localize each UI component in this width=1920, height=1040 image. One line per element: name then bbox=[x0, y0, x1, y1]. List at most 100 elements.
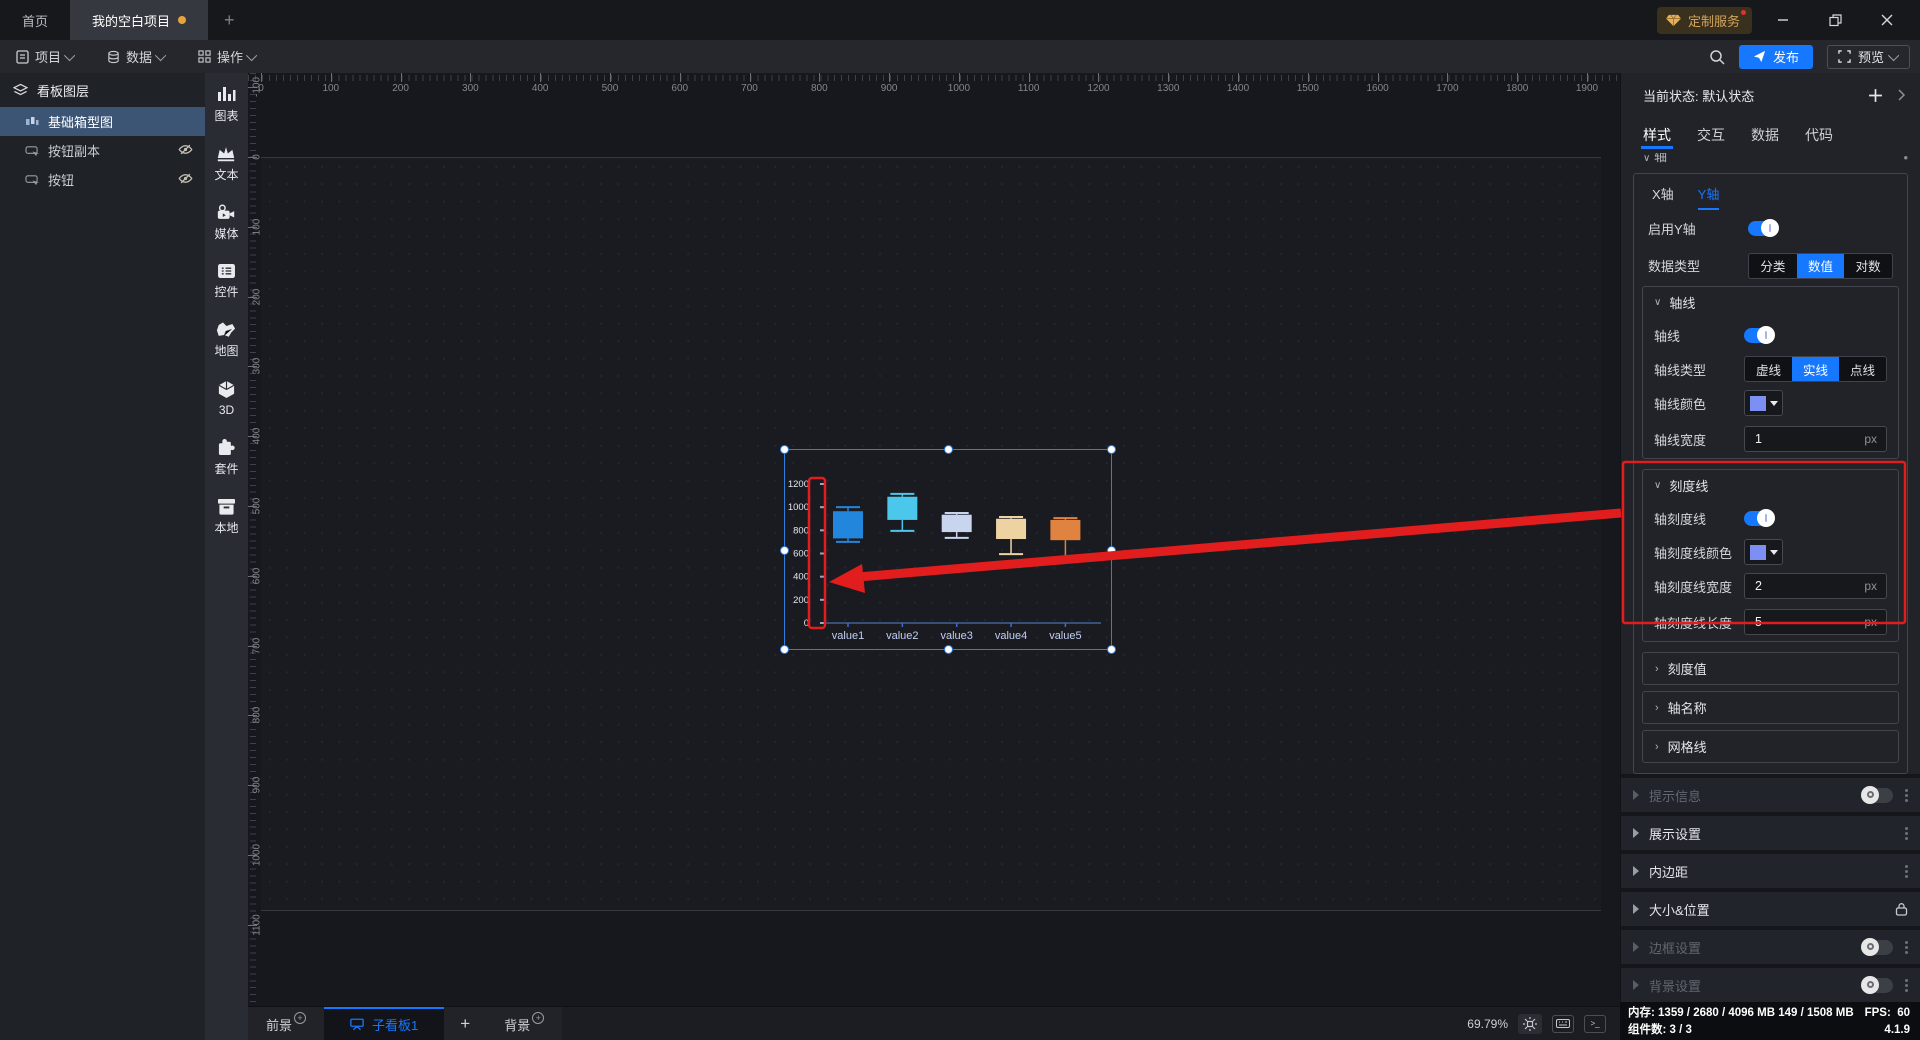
resize-handle-ne[interactable] bbox=[1107, 445, 1116, 454]
tab-data[interactable]: 数据 bbox=[1751, 117, 1779, 153]
add-board-button[interactable]: + bbox=[444, 1007, 486, 1040]
new-tab-button[interactable]: + bbox=[208, 0, 251, 40]
archive-box-icon bbox=[217, 498, 236, 515]
h-ruler-label: 200 bbox=[392, 83, 409, 94]
tool-media[interactable]: 媒体 bbox=[214, 204, 238, 242]
lock-icon[interactable] bbox=[1895, 902, 1908, 916]
unit-px: px bbox=[1864, 615, 1877, 629]
resize-handle-n[interactable] bbox=[944, 445, 953, 454]
custom-service-button[interactable]: 定制服务 bbox=[1657, 7, 1752, 34]
visibility-off-icon[interactable] bbox=[178, 172, 193, 188]
maximize-button[interactable] bbox=[1814, 0, 1856, 40]
line-type-solid[interactable]: 实线 bbox=[1792, 357, 1839, 381]
line-type-dotted[interactable]: 点线 bbox=[1839, 357, 1886, 381]
h-ruler-label: 1400 bbox=[1227, 83, 1249, 94]
v-ruler-label: 1000 bbox=[252, 844, 263, 866]
fit-screen-button[interactable] bbox=[1518, 1014, 1542, 1034]
v-ruler-label: 900 bbox=[252, 777, 263, 794]
layer-item-button[interactable]: 按钮 bbox=[0, 165, 205, 194]
tab-style[interactable]: 样式 bbox=[1643, 117, 1671, 153]
menu-data[interactable]: 数据 bbox=[91, 40, 182, 73]
tab-x-axis[interactable]: X轴 bbox=[1652, 184, 1674, 210]
tick-line-width-input[interactable]: 2 px bbox=[1744, 573, 1887, 599]
minimize-button[interactable] bbox=[1762, 0, 1804, 40]
tooltip-section[interactable]: 提示信息 bbox=[1621, 774, 1920, 812]
foreground-button[interactable]: 前景+ bbox=[248, 1007, 324, 1040]
tick-line-header[interactable]: ∨ 刻度线 bbox=[1643, 470, 1898, 501]
design-canvas[interactable]: 0100200300400500600700800900100011001200… bbox=[248, 73, 1620, 1008]
tick-line-color-picker[interactable] bbox=[1744, 539, 1783, 565]
tick-value-section[interactable]: › 刻度值 bbox=[1642, 652, 1899, 685]
tool-map[interactable]: 地图 bbox=[214, 321, 238, 359]
padding-section[interactable]: 内边距 bbox=[1621, 850, 1920, 888]
border-settings-section[interactable]: 边框设置 bbox=[1621, 926, 1920, 964]
data-type-log[interactable]: 对数 bbox=[1844, 254, 1892, 278]
tool-charts[interactable]: 图表 bbox=[214, 85, 238, 124]
resize-handle-se[interactable] bbox=[1107, 645, 1116, 654]
chevron-down-icon bbox=[155, 49, 166, 60]
resize-handle-nw[interactable] bbox=[780, 445, 789, 454]
line-type-dashed[interactable]: 虚线 bbox=[1745, 357, 1792, 381]
data-type-category[interactable]: 分类 bbox=[1749, 254, 1797, 278]
layer-item-button-copy[interactable]: 按钮副本 bbox=[0, 136, 205, 165]
console-button[interactable]: >_ bbox=[1584, 1015, 1606, 1033]
resize-handle-sw[interactable] bbox=[780, 645, 789, 654]
layer-item-boxplot[interactable]: 基础箱型图 bbox=[0, 107, 205, 136]
axis-line-toggle[interactable] bbox=[1744, 328, 1774, 343]
axis-line-color-picker[interactable] bbox=[1744, 390, 1783, 416]
menu-action[interactable]: 操作 bbox=[182, 40, 273, 73]
border-toggle[interactable] bbox=[1863, 940, 1893, 955]
tooltip-toggle[interactable] bbox=[1863, 788, 1893, 803]
tab-home[interactable]: 首页 bbox=[0, 0, 70, 40]
shortcut-keys-button[interactable] bbox=[1552, 1015, 1574, 1033]
more-menu-icon[interactable] bbox=[1905, 865, 1908, 878]
display-settings-section[interactable]: 展示设置 bbox=[1621, 812, 1920, 850]
axis-line-header[interactable]: ∨ 轴线 bbox=[1643, 287, 1898, 318]
resize-handle-e[interactable] bbox=[1107, 546, 1116, 555]
background-toggle[interactable] bbox=[1863, 978, 1893, 993]
chevron-right-icon[interactable] bbox=[1897, 89, 1906, 101]
tab-y-axis[interactable]: Y轴 bbox=[1698, 184, 1720, 210]
more-menu-icon[interactable] bbox=[1905, 827, 1908, 840]
tab-interaction[interactable]: 交互 bbox=[1697, 117, 1725, 153]
tool-text[interactable]: 文本 bbox=[214, 145, 238, 183]
resize-handle-s[interactable] bbox=[944, 645, 953, 654]
v-ruler-label: 400 bbox=[252, 428, 263, 445]
tab-code[interactable]: 代码 bbox=[1805, 117, 1833, 153]
more-menu-icon[interactable] bbox=[1905, 979, 1908, 992]
visibility-off-icon[interactable] bbox=[178, 143, 193, 159]
tick-line-toggle-row: 轴刻度线 bbox=[1643, 501, 1898, 535]
resize-handle-w[interactable] bbox=[780, 546, 789, 555]
search-icon[interactable] bbox=[1709, 49, 1725, 65]
axis-line-width-input[interactable]: 1 px bbox=[1744, 426, 1887, 452]
more-menu-icon[interactable] bbox=[1905, 789, 1908, 802]
axis-name-section[interactable]: › 轴名称 bbox=[1642, 691, 1899, 724]
tool-controls[interactable]: 控件 bbox=[214, 263, 238, 300]
board-tab-active[interactable]: 子看板1 bbox=[324, 1007, 444, 1040]
tool-3d[interactable]: 3D bbox=[217, 380, 236, 417]
preview-button[interactable]: 预览 bbox=[1827, 45, 1910, 69]
selected-boxplot-widget[interactable]: 020040060080010001200value1value2value3v… bbox=[784, 449, 1112, 650]
section-menu-icon[interactable]: • bbox=[1903, 153, 1908, 165]
background-button[interactable]: 背景+ bbox=[486, 1007, 562, 1040]
chevron-down-icon bbox=[1888, 49, 1899, 60]
v-ruler-label: 600 bbox=[252, 567, 263, 584]
tick-line-length-input[interactable]: 5 px bbox=[1744, 609, 1887, 635]
more-menu-icon[interactable] bbox=[1905, 941, 1908, 954]
tab-project[interactable]: 我的空白项目 bbox=[70, 0, 208, 40]
add-state-icon[interactable] bbox=[1868, 88, 1883, 103]
tool-kit[interactable]: 套件 bbox=[214, 438, 238, 477]
menu-project[interactable]: 项目 bbox=[0, 40, 91, 73]
tick-line-toggle[interactable] bbox=[1744, 511, 1774, 526]
size-position-section[interactable]: 大小&位置 bbox=[1621, 888, 1920, 926]
tick-line-section: ∨ 刻度线 轴刻度线 轴刻度线颜色 轴刻度线宽度 2 px bbox=[1642, 469, 1899, 642]
enable-y-axis-toggle[interactable] bbox=[1748, 221, 1778, 236]
svg-text:1000: 1000 bbox=[788, 502, 809, 513]
tool-local[interactable]: 本地 bbox=[214, 498, 238, 536]
publish-label: 发布 bbox=[1773, 47, 1799, 66]
publish-button[interactable]: 发布 bbox=[1739, 45, 1813, 69]
background-settings-section[interactable]: 背景设置 bbox=[1621, 964, 1920, 1002]
data-type-numeric[interactable]: 数值 bbox=[1797, 254, 1845, 278]
close-button[interactable] bbox=[1866, 0, 1908, 40]
grid-line-section[interactable]: › 网格线 bbox=[1642, 730, 1899, 763]
